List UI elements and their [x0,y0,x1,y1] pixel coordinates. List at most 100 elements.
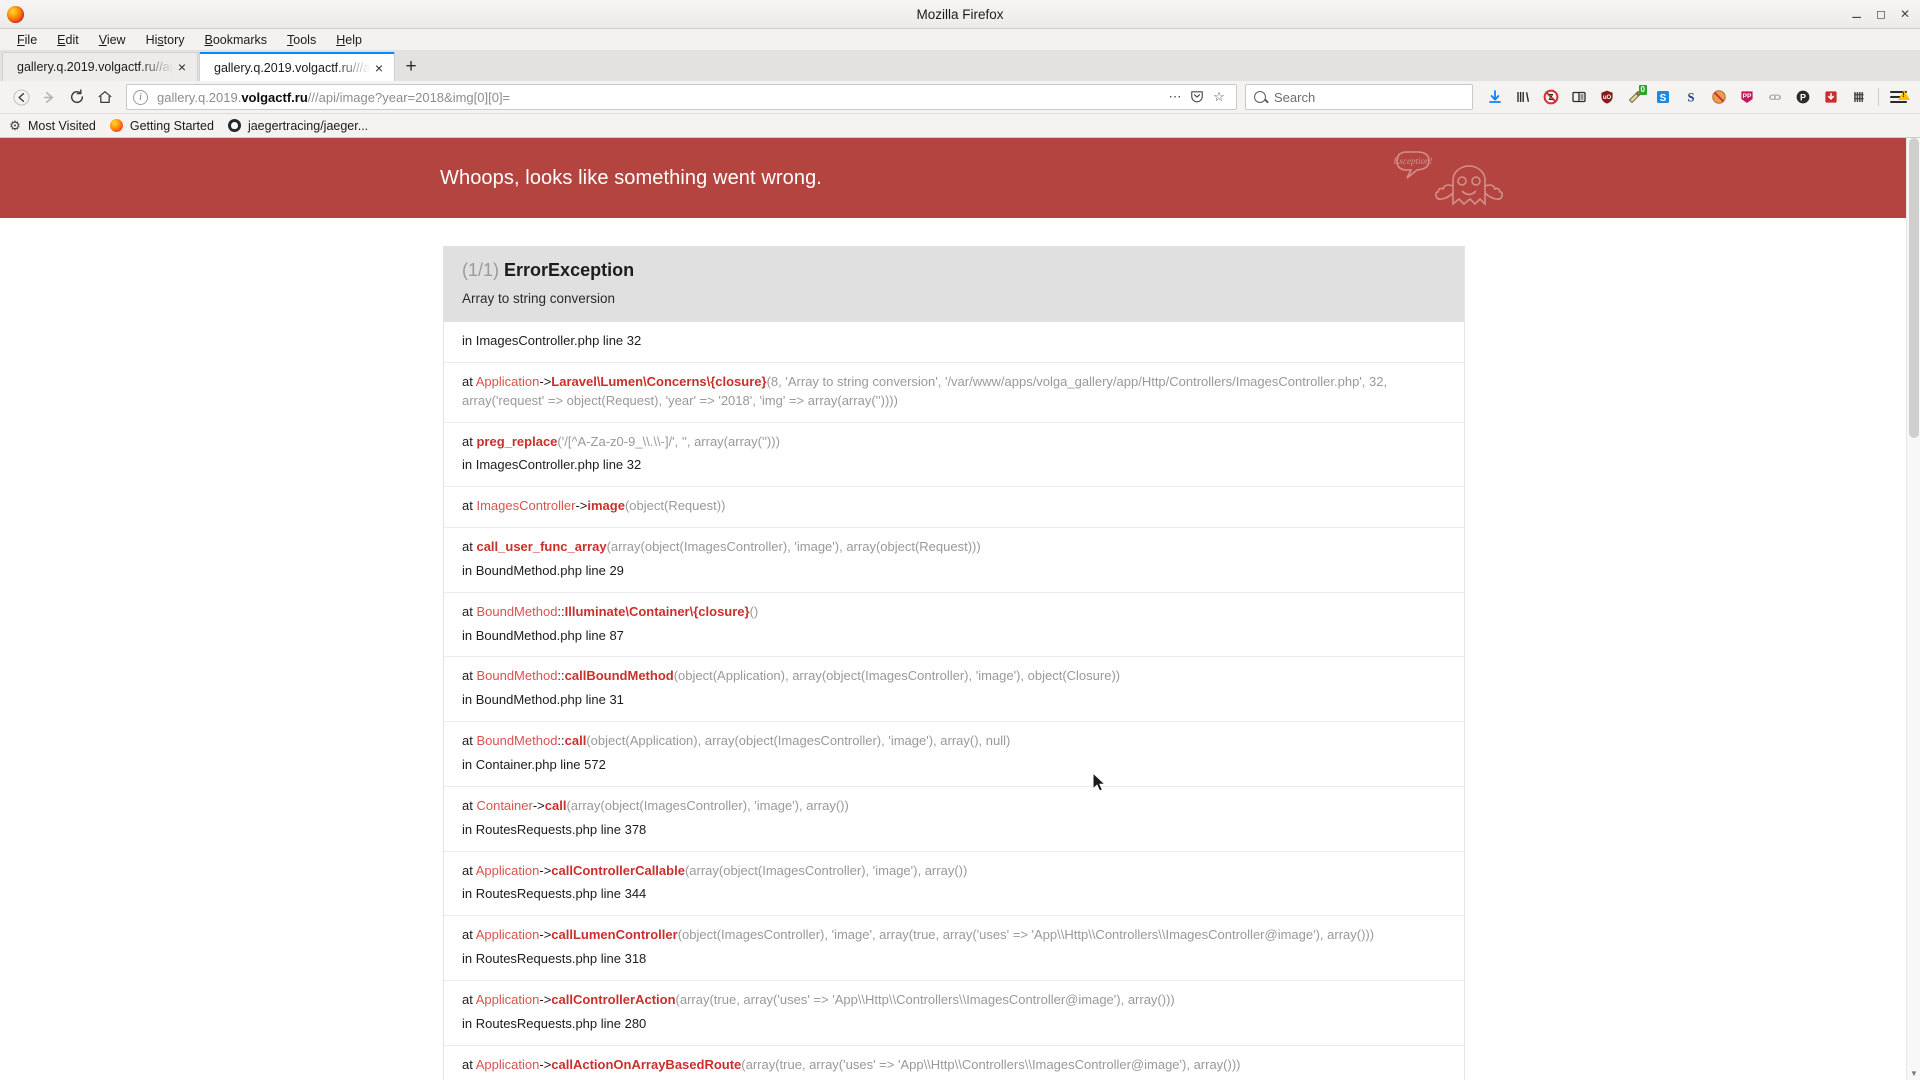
menu-bookmarks[interactable]: Bookmarks [196,31,277,49]
stack-trace-list: in ImagesController.php line 32 at Applic… [444,322,1464,1080]
page-viewport: Whoops, looks like something went wrong.… [0,138,1920,1080]
privacy-possum-icon[interactable]: PP [1733,84,1760,110]
maximize-button[interactable]: ◻ [1876,8,1886,20]
frame-cls: Application [475,927,540,943]
menu-view[interactable]: View [90,31,135,49]
frame-file: in Container.php line 572 [462,756,606,772]
stack-frame[interactable]: at Container->call(array(object(ImagesCo… [444,785,1464,851]
tab-close-icon[interactable]: × [173,60,191,74]
frame-fn: callLumenController [551,927,678,943]
swagger-icon[interactable]: S [1677,84,1704,110]
forward-arrow-icon[interactable] [36,84,62,110]
frame-arg: (array(true, array('uses' => 'App\\Http\… [741,1056,1241,1072]
browser-tab-1[interactable]: gallery.q.2019.volgactf.ru//ap × [2,52,198,81]
svg-text:uO: uO [1602,95,1611,101]
ublock-origin-icon[interactable]: uO [1593,84,1620,110]
stack-frame[interactable]: at ImagesController->image(object(Reques… [444,486,1464,527]
error-banner-text: Whoops, looks like something went wrong. [440,166,822,189]
scroll-down-arrow-icon[interactable]: ▼ [1907,1066,1920,1080]
frame-arg: (object(ImagesController), 'image', arra… [677,927,1375,943]
stack-frame[interactable]: at call_user_func_array(array(object(Ima… [444,527,1464,592]
frame-op: -> [539,991,552,1007]
stack-frame[interactable]: at Application->callControllerCallable(a… [444,850,1464,916]
menu-history[interactable]: History [137,31,194,49]
firefox-icon [110,119,124,133]
decentraleyes-icon[interactable] [1761,84,1788,110]
frame-fn: call [544,797,567,813]
frame-cls: Application [475,862,540,878]
bookmark-getting-started[interactable]: Getting Started [110,119,214,133]
downloads-icon[interactable] [1481,84,1508,110]
frame-fn: call_user_func_array [476,539,607,555]
stack-frame[interactable]: at Application->Laravel\Lumen\Concerns\{… [444,361,1464,422]
frame-fn: callControllerAction [551,991,676,1007]
stack-frame[interactable]: in ImagesController.php line 32 [444,322,1464,362]
scrollbar-thumb[interactable] [1909,138,1919,438]
privacy-badger-icon[interactable] [1705,84,1732,110]
frame-fn: call [564,733,587,749]
ghostery-icon[interactable]: Z [1537,84,1564,110]
stack-frame[interactable]: at preg_replace('/[^A-Za-z0-9_\\.\\-]/',… [444,421,1464,487]
menu-edit[interactable]: Edit [48,31,88,49]
firefox-logo-icon [7,5,24,23]
menu-icon[interactable] [1885,84,1912,110]
reload-icon[interactable] [64,84,90,110]
stack-frame[interactable]: at BoundMethod::call(object(Application)… [444,721,1464,786]
library-icon[interactable] [1509,84,1536,110]
bookmark-most-visited[interactable]: ⚙ Most Visited [8,118,96,133]
reader-view-icon[interactable] [1565,84,1592,110]
stack-frame[interactable]: at BoundMethod::callBoundMethod(object(A… [444,656,1464,721]
pocket-extension-icon[interactable]: P [1789,84,1816,110]
menu-tools[interactable]: Tools [278,31,325,49]
frame-kw: at [462,539,477,555]
hamburger-glyph [1890,89,1910,104]
browser-tab-2[interactable]: gallery.q.2019.volgactf.ru///a × [199,52,395,81]
navigation-toolbar: i gallery.q.2019.volgactf.ru///api/image… [0,81,1920,114]
bookmark-star-icon[interactable]: ☆ [1208,89,1230,105]
sync-icon[interactable]: S [1649,84,1676,110]
back-arrow-icon[interactable] [8,84,34,110]
frame-kw: at [462,498,477,514]
exception-class: ErrorException [504,260,635,280]
frame-arg: (object(Application), array(object(Image… [586,733,1011,749]
frame-arg: (object(Application), array(object(Image… [673,668,1121,684]
frame-file: in BoundMethod.php line 87 [462,627,624,643]
pocket-save-icon[interactable] [1186,89,1208,106]
menu-file[interactable]: File [8,31,46,49]
frame-arg: ('/[^A-Za-z0-9_\\.\\-]/', '', array(arra… [557,433,780,449]
video-download-icon[interactable] [1817,84,1844,110]
stack-frame[interactable]: at Application->callControllerAction(arr… [444,979,1464,1045]
frame-arg: () [749,603,759,619]
minimize-button[interactable]: ⚊ [1851,8,1862,20]
github-icon [228,119,242,133]
home-icon[interactable] [92,84,118,110]
site-info-icon[interactable]: i [133,89,148,105]
frame-kw: at [462,797,477,813]
window-title: Mozilla Firefox [916,6,1004,22]
frame-cls: BoundMethod [476,733,558,749]
search-input[interactable]: Search [1245,84,1473,110]
frame-fn: Illuminate\Container\{closure} [564,603,750,619]
tab-close-icon[interactable]: × [370,61,388,75]
exception-header: (1/1) ErrorException Array to string con… [444,246,1464,322]
tab-label: gallery.q.2019.volgactf.ru///a [214,60,370,75]
stack-frame[interactable]: at Application->callLumenController(obje… [444,915,1464,980]
stack-frame[interactable]: at BoundMethod::Illuminate\Container\{cl… [444,591,1464,657]
frame-file: in BoundMethod.php line 29 [462,562,624,578]
vertical-scrollbar[interactable]: ▲ ▼ [1906,138,1920,1080]
window-controls[interactable]: ⚊ ◻ ✕ [1851,8,1910,20]
frame-op: -> [539,927,552,943]
frame-cls: BoundMethod [476,603,558,619]
frame-fn: preg_replace [476,433,558,449]
frame-op: -> [539,373,552,389]
close-button[interactable]: ✕ [1900,8,1910,20]
noscript-icon[interactable]: 0 [1621,84,1648,110]
cookie-autodelete-icon[interactable] [1845,84,1872,110]
new-tab-button[interactable]: + [396,52,426,81]
page-actions-icon[interactable]: ⋯ [1164,89,1186,105]
stack-frame[interactable]: at Application->callActionOnArrayBasedRo… [444,1044,1464,1080]
menu-help[interactable]: Help [327,31,371,49]
bookmark-jaegertracing[interactable]: jaegertracing/jaeger... [228,119,368,133]
url-bar[interactable]: i gallery.q.2019.volgactf.ru///api/image… [126,84,1237,110]
frame-arg: (array(object(ImagesController), 'image'… [566,797,849,813]
